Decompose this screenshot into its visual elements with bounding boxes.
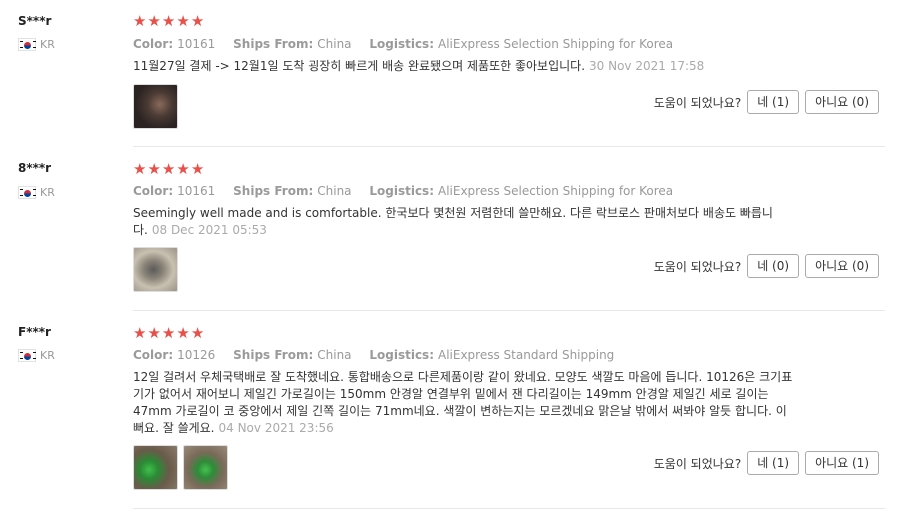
review-text: 11월27일 결제 -> 12월1일 도착 굉장히 빠르게 배송 완료됐으며 제… [133,58,793,75]
helpful-vote: 도움이 되었나요? 네 (1) 아니요 (1) [654,451,879,475]
star-icon: ★ [190,12,205,30]
review-text: 12일 걸려서 우체국택배로 잘 도착했네요. 통합배송으로 다른제품이랑 같이… [133,369,793,437]
color-label: Color: [133,348,174,362]
star-icon: ★ [147,160,161,178]
review-date: 30 Nov 2021 17:58 [589,59,705,73]
review-meta: Color: 10161 Ships From: China Logistics: A… [133,184,687,198]
reviewer-name: S***r [18,14,52,28]
country-code: KR [40,38,55,51]
review-meta: Color: 10126 Ships From: China Logistics: A… [133,348,628,362]
review-photo-thumbnail[interactable] [183,445,228,490]
star-icon: ★ [190,160,205,178]
star-icon: ★ [161,160,176,178]
star-icon: ★ [133,12,147,30]
ships-from-label: Ships From: [233,184,314,198]
star-icon: ★ [161,324,176,342]
logistics-value: AliExpress Selection Shipping for Korea [438,184,674,198]
review-body: 11월27일 결제 -> 12월1일 도착 굉장히 빠르게 배송 완료됐으며 제… [133,59,586,73]
reviewer-country: KR [18,186,55,199]
review-date: 04 Nov 2021 23:56 [218,421,334,435]
review-photos [133,247,178,292]
helpful-vote: 도움이 되었나요? 네 (0) 아니요 (0) [654,254,879,278]
ships-from-label: Ships From: [233,37,314,51]
star-rating: ★ ★ ★ ★ ★ [133,326,204,341]
reviewer-name: F***r [18,325,51,339]
review-photo-thumbnail[interactable] [133,84,178,129]
star-icon: ★ [176,160,190,178]
color-label: Color: [133,184,174,198]
helpful-yes-button[interactable]: 네 (0) [747,254,800,278]
ships-from-value: China [317,184,352,198]
star-icon: ★ [147,12,161,30]
helpful-yes-button[interactable]: 네 (1) [747,90,800,114]
review-photo-thumbnail[interactable] [133,247,178,292]
star-icon: ★ [161,12,176,30]
color-value: 10161 [177,37,216,51]
color-value: 10126 [177,348,216,362]
star-icon: ★ [133,324,147,342]
helpful-yes-button[interactable]: 네 (1) [747,451,800,475]
star-icon: ★ [176,324,190,342]
review-photos [133,445,228,490]
logistics-label: Logistics: [369,348,434,362]
logistics-value: AliExpress Selection Shipping for Korea [438,37,674,51]
review-date: 08 Dec 2021 05:53 [151,223,267,237]
color-label: Color: [133,37,174,51]
helpful-no-button[interactable]: 아니요 (1) [805,451,879,475]
review-photo-thumbnail[interactable] [133,445,178,490]
star-icon: ★ [176,12,190,30]
review-divider [133,310,885,311]
reviewer-country: KR [18,349,55,362]
review-photos [133,84,178,129]
korea-flag-icon [18,349,36,362]
color-value: 10161 [177,184,216,198]
country-code: KR [40,349,55,362]
review-divider [133,508,885,509]
star-icon: ★ [147,324,161,342]
star-icon: ★ [133,160,147,178]
ships-from-label: Ships From: [233,348,314,362]
korea-flag-icon [18,38,36,51]
helpful-no-button[interactable]: 아니요 (0) [805,254,879,278]
ships-from-value: China [317,348,352,362]
helpful-vote: 도움이 되었나요? 네 (1) 아니요 (0) [654,90,879,114]
logistics-label: Logistics: [369,184,434,198]
helpful-prompt: 도움이 되었나요? [653,259,742,274]
star-rating: ★ ★ ★ ★ ★ [133,162,204,177]
star-rating: ★ ★ ★ ★ ★ [133,14,204,29]
review-divider [133,146,885,147]
review-text: Seemingly well made and is comfortable. … [133,205,793,239]
reviewer-name: 8***r [18,161,52,175]
korea-flag-icon [18,186,36,199]
helpful-no-button[interactable]: 아니요 (0) [805,90,879,114]
country-code: KR [40,186,55,199]
review-meta: Color: 10161 Ships From: China Logistics: A… [133,37,687,51]
helpful-prompt: 도움이 되었나요? [653,95,742,110]
star-icon: ★ [190,324,205,342]
reviewer-country: KR [18,38,55,51]
logistics-label: Logistics: [369,37,434,51]
ships-from-value: China [317,37,352,51]
helpful-prompt: 도움이 되었나요? [653,456,742,471]
logistics-value: AliExpress Standard Shipping [438,348,615,362]
